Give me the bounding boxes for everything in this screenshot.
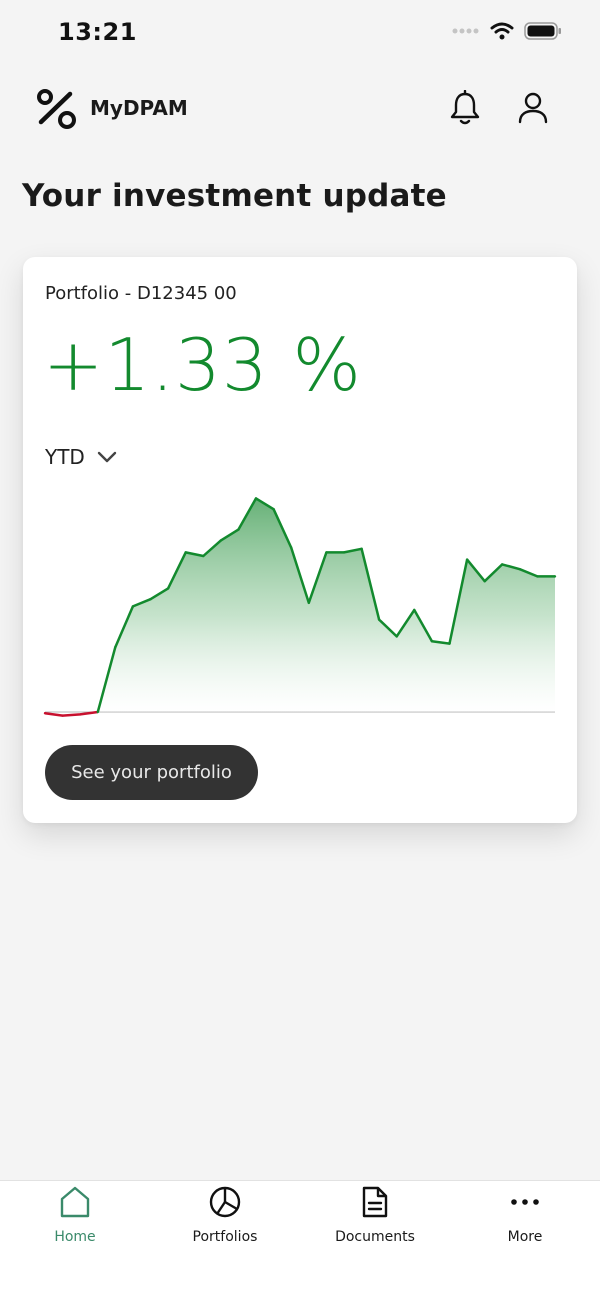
chart-point [272,508,275,511]
tab-documents[interactable]: Documents [300,1181,450,1261]
portfolio-card: Portfolio - D12345 00 +1.33 % YTD See yo… [23,257,577,823]
chart-point [114,646,117,649]
status-bar: 13:21 [0,0,600,70]
chart-point [219,539,223,542]
chart-point [395,635,398,638]
chart-point [483,580,486,583]
chart-point [184,551,187,554]
chart-point [307,601,310,604]
battery-icon [524,22,561,40]
chart-point [79,713,82,716]
chart-point [413,608,416,612]
chart-point [430,640,434,643]
chart-point [254,497,258,500]
chart-negative-line [44,710,98,717]
chart-point [202,554,205,558]
chart-point [553,575,557,578]
more-dots-icon [511,1199,539,1205]
tab-more-label: More [507,1229,543,1245]
home-icon [60,1186,90,1218]
bell-icon[interactable] [448,90,482,126]
chart-point [465,558,469,561]
percent-logo-icon [37,89,76,129]
chart-point [237,528,240,531]
portfolio-label: Portfolio - D12345 00 [45,283,237,304]
chevron-down-icon [97,451,117,463]
chart-point [342,551,346,554]
tab-home-label: Home [54,1229,96,1245]
chart-point [61,714,64,717]
chart-point [518,568,521,571]
chart-point [43,712,47,715]
app-name: MyDPAM [90,96,188,120]
chart-point [290,546,293,549]
chart-point [166,587,170,590]
chart-point [448,642,451,645]
tab-portfolios[interactable]: Portfolios [150,1181,300,1261]
status-time: 13:21 [58,18,137,46]
app-screen: 13:21 MyDPAM Your investment update Port… [0,0,600,1298]
tab-more[interactable]: More [450,1181,600,1261]
performance-value: +1.33 % [43,323,362,407]
status-icons [452,22,562,40]
chart-point [377,618,381,621]
period-selector[interactable]: YTD [45,445,117,469]
bottom-tab-bar: Home Portfolios Documents More [0,1180,600,1298]
chart-point [96,710,100,714]
tab-home[interactable]: Home [0,1181,150,1261]
chart-area [97,498,556,712]
tab-documents-label: Documents [335,1229,415,1245]
user-icon[interactable] [516,90,550,126]
chart-point [536,575,539,578]
chart-point [501,563,504,566]
tab-portfolios-label: Portfolios [192,1229,258,1245]
page-title: Your investment update [22,178,447,214]
chart-point [131,605,135,608]
chart-point [325,551,328,554]
pie-chart-icon [209,1186,241,1218]
signal-icon [452,28,479,34]
wifi-icon [490,22,514,40]
see-portfolio-button[interactable]: See your portfolio [45,745,258,800]
app-header: MyDPAM [0,82,600,138]
chart-point [149,598,152,601]
document-icon [362,1186,388,1218]
chart-point [360,547,363,550]
period-label: YTD [45,445,85,469]
